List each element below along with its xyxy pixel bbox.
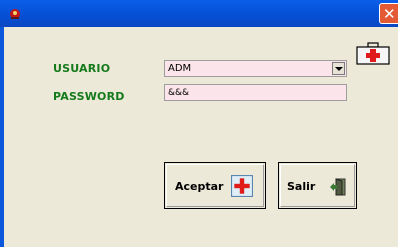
close-icon: ✕ bbox=[383, 5, 396, 23]
password-label: PASSWORD bbox=[53, 90, 125, 103]
title-bar: ✕ bbox=[0, 0, 398, 27]
close-button[interactable]: ✕ bbox=[379, 3, 398, 24]
exit-button[interactable]: Salir bbox=[278, 162, 357, 209]
red-cross-icon bbox=[231, 175, 253, 197]
accept-button[interactable]: Aceptar bbox=[164, 162, 266, 209]
usuario-select[interactable]: ADM bbox=[164, 60, 347, 77]
first-aid-kit-icon bbox=[356, 42, 390, 65]
accept-button-label: Aceptar bbox=[175, 180, 224, 193]
exit-button-label: Salir bbox=[287, 180, 316, 193]
app-logo-icon bbox=[10, 9, 20, 19]
password-value: &&& bbox=[168, 88, 190, 98]
chevron-down-icon[interactable] bbox=[332, 62, 345, 75]
usuario-label: USUARIO bbox=[53, 62, 111, 75]
password-field[interactable]: &&& bbox=[164, 84, 347, 101]
login-window: USUARIO ADM PASSWORD &&& Aceptar Salir bbox=[0, 27, 398, 247]
usuario-value: ADM bbox=[168, 63, 192, 74]
exit-door-icon bbox=[330, 178, 346, 196]
